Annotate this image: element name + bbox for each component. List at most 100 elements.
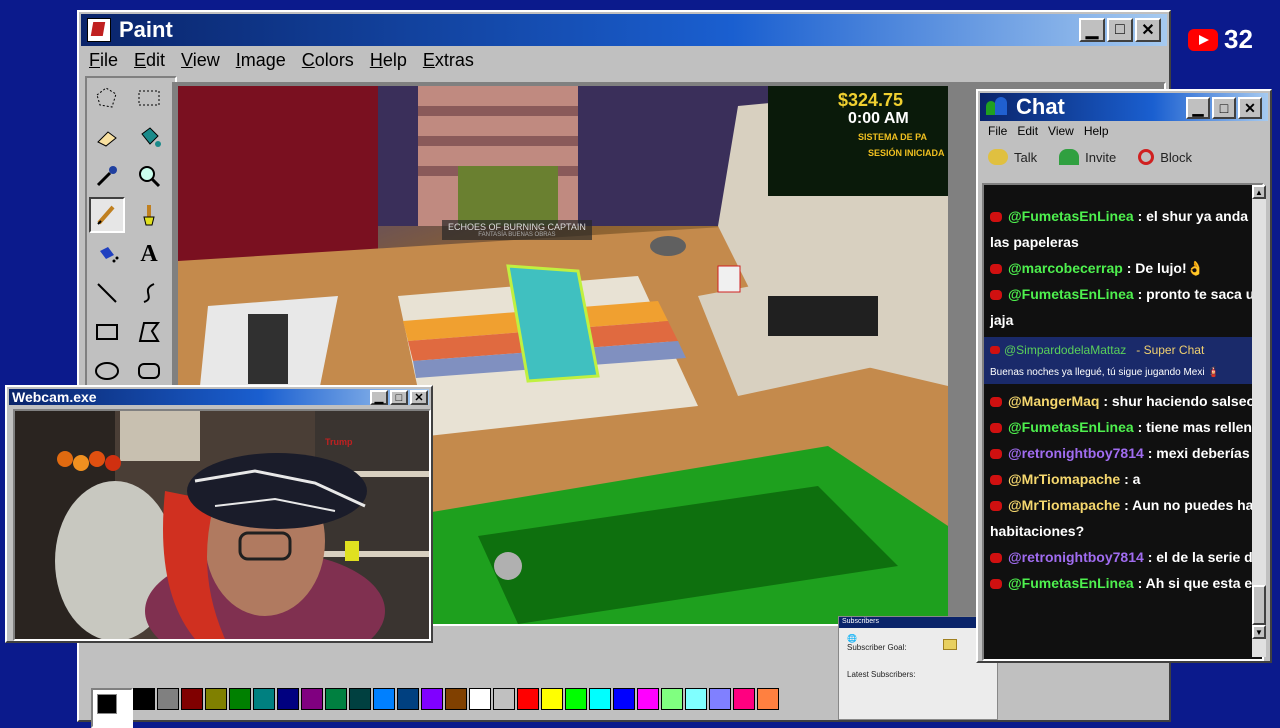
eraser-icon[interactable] [89,119,125,155]
youtube-dot-icon [990,475,1002,486]
chat-menu-view[interactable]: View [1048,124,1074,138]
palette-swatch[interactable] [229,688,251,710]
superchat-message: Buenas noches ya llegué, tú sigue jugand… [990,367,1220,378]
palette-swatch[interactable] [637,688,659,710]
menu-colors[interactable]: Colors [302,50,354,71]
talk-label: Talk [1014,149,1038,165]
palette-swatch[interactable] [421,688,443,710]
block-icon [1138,149,1155,165]
chat-users-icon [986,97,1008,117]
minimize-button[interactable]: ▁ [1079,18,1105,42]
chat-text: : De lujo!👌 [1126,260,1205,276]
game-tape-label: ECHOES OF BURNING CAPTAIN FANTASÍA BUENA… [442,220,592,240]
scroll-up-button[interactable]: ▲ [1252,185,1266,199]
scroll-thumb[interactable] [1252,585,1266,625]
palette-swatch[interactable] [445,688,467,710]
rectangle-icon[interactable] [89,314,125,350]
palette-swatch[interactable] [541,688,563,710]
palette-swatch[interactable] [565,688,587,710]
ellipse-icon[interactable] [89,353,125,389]
chat-message: @retronightboy7814 : mexi deberías reacc… [984,440,1262,466]
close-button[interactable]: ✕ [410,390,428,405]
maximize-button[interactable]: □ [1107,18,1133,42]
pencil-icon[interactable] [89,197,125,233]
text-icon[interactable]: A [131,236,167,272]
youtube-dot-icon [990,553,1002,564]
talk-button[interactable]: Talk [988,149,1037,165]
chat-message: @FumetasEnLinea : tiene mas relleno que … [984,414,1262,440]
invite-button[interactable]: Invite [1059,149,1116,165]
palette-swatch[interactable] [253,688,275,710]
chat-message: @MrTiomapache : Aun no puedes hacer ma [984,492,1262,518]
maximize-button[interactable]: □ [390,390,408,405]
rounded-rect-icon[interactable] [131,353,167,389]
menu-extras[interactable]: Extras [423,50,474,71]
menu-image[interactable]: Image [236,50,286,71]
chat-menu-help[interactable]: Help [1084,124,1109,138]
close-button[interactable]: ✕ [1135,18,1161,42]
color-picker-icon[interactable] [89,158,125,194]
palette-swatch[interactable] [325,688,347,710]
palette-swatch[interactable] [373,688,395,710]
color-palette [133,688,779,710]
youtube-dot-icon [990,423,1002,434]
rect-select-icon[interactable] [131,80,167,116]
palette-swatch[interactable] [157,688,179,710]
palette-swatch[interactable] [469,688,491,710]
foreground-color [97,694,117,714]
menu-file[interactable]: File [89,50,118,71]
chat-log[interactable]: @FumetasEnLinea : el shur ya anda por lo… [982,183,1264,661]
menu-view[interactable]: View [181,50,220,71]
palette-swatch[interactable] [733,688,755,710]
brush-icon[interactable] [131,197,167,233]
maximize-button[interactable]: □ [1212,97,1236,119]
chat-scrollbar[interactable]: ▲ ▼ [1252,185,1266,657]
palette-swatch[interactable] [205,688,227,710]
palette-swatch[interactable] [181,688,203,710]
chat-message: @FumetasEnLinea : el shur ya anda por lo… [984,203,1262,229]
chat-menu-file[interactable]: File [988,124,1007,138]
palette-swatch[interactable] [589,688,611,710]
chat-menu-edit[interactable]: Edit [1017,124,1038,138]
chat-titlebar[interactable]: Chat ▁ □ ✕ [980,93,1268,121]
line-icon[interactable] [89,275,125,311]
youtube-dot-icon [990,449,1002,460]
folder-icon [943,639,957,650]
palette-swatch[interactable] [709,688,731,710]
palette-swatch[interactable] [301,688,323,710]
palette-swatch[interactable] [133,688,155,710]
superchat: @SimpardodelaMattaz - Super Chat Buenas n… [984,337,1262,384]
palette-swatch[interactable] [517,688,539,710]
palette-swatch[interactable] [277,688,299,710]
chat-message-continuation: jaja [990,312,1014,328]
minimize-button[interactable]: ▁ [370,390,388,405]
polygon-icon[interactable] [131,314,167,350]
chat-username: @FumetasEnLinea [1008,208,1134,224]
scroll-down-button[interactable]: ▼ [1252,625,1266,639]
magnifier-icon[interactable] [131,158,167,194]
minimize-button[interactable]: ▁ [1186,97,1210,119]
palette-swatch[interactable] [661,688,683,710]
palette-swatch[interactable] [685,688,707,710]
chat-username: @retronightboy7814 [1008,445,1144,461]
palette-swatch[interactable] [493,688,515,710]
airbrush-icon[interactable] [89,236,125,272]
menu-edit[interactable]: Edit [134,50,165,71]
paint-titlebar[interactable]: Paint ▁ □ ✕ [81,14,1167,46]
free-select-icon[interactable] [89,80,125,116]
curve-icon[interactable] [131,275,167,311]
current-colors[interactable] [91,688,133,728]
webcam-titlebar[interactable]: Webcam.exe ▁ □ ✕ [9,389,429,405]
palette-swatch[interactable] [757,688,779,710]
palette-swatch[interactable] [397,688,419,710]
toolbox: A [85,76,177,394]
palette-swatch[interactable] [349,688,371,710]
block-button[interactable]: Block [1138,149,1192,165]
close-button[interactable]: ✕ [1238,97,1262,119]
menu-help[interactable]: Help [370,50,407,71]
webcam-title: Webcam.exe [12,389,97,405]
fill-icon[interactable] [131,119,167,155]
subscribers-title: Subscribers [839,617,997,628]
chat-username: @FumetasEnLinea [1008,286,1134,302]
palette-swatch[interactable] [613,688,635,710]
